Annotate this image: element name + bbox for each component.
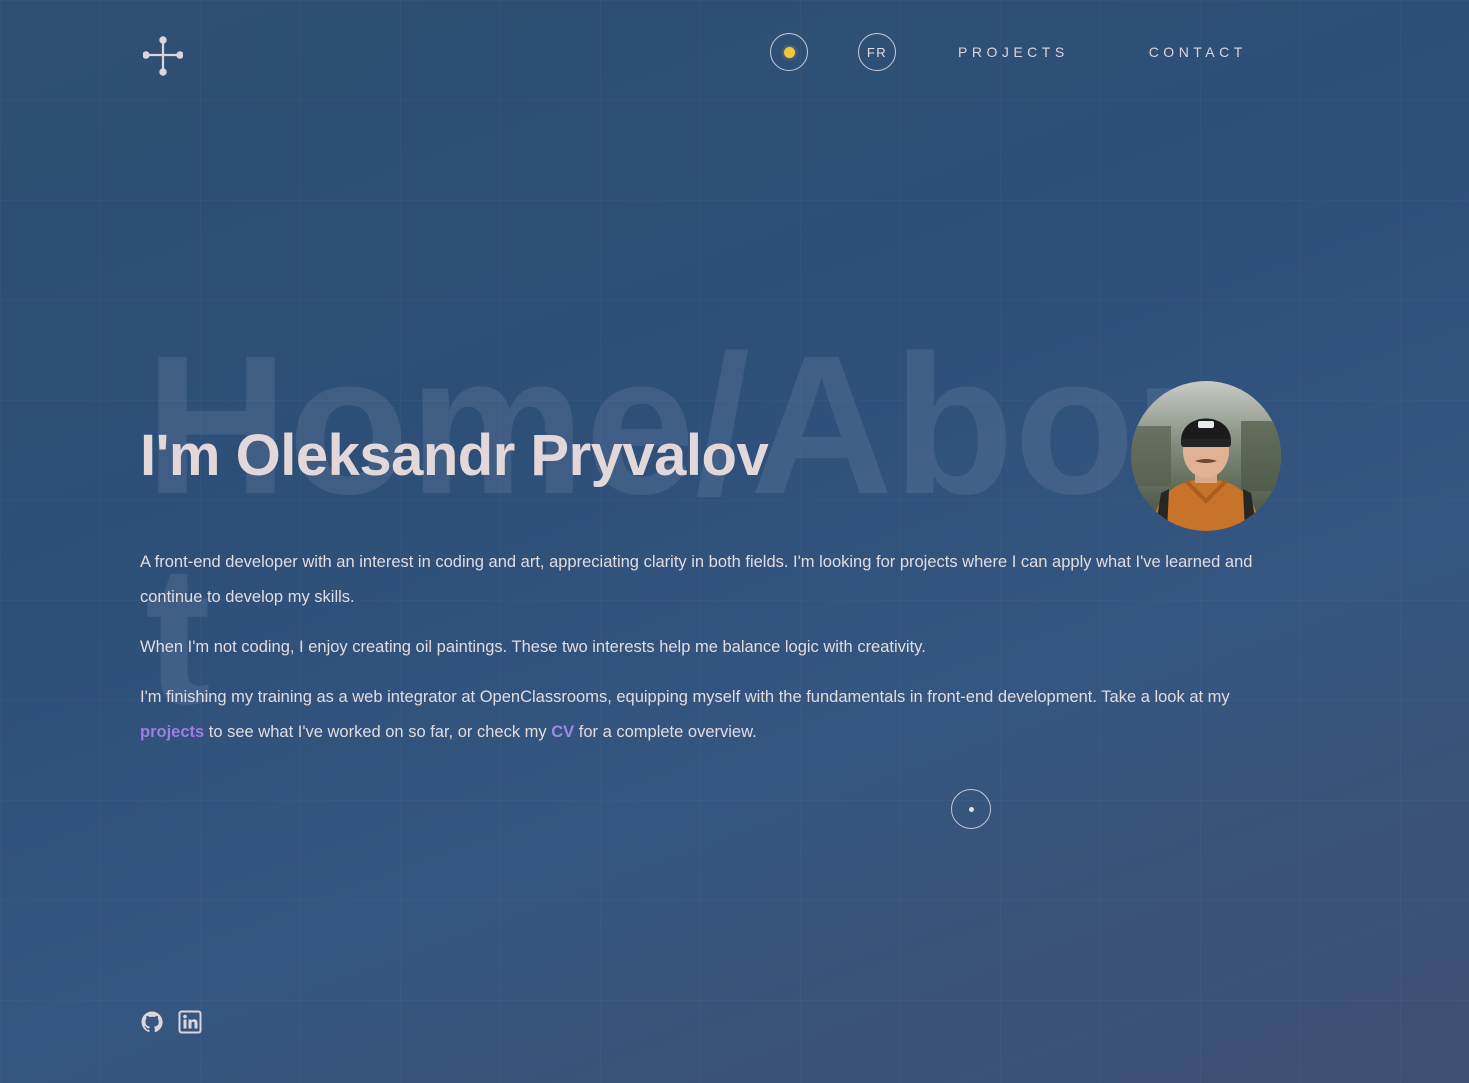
- logo-icon[interactable]: [142, 36, 184, 76]
- linkedin-icon[interactable]: [178, 1010, 202, 1034]
- background-grid: [0, 0, 1469, 1083]
- language-button[interactable]: FR: [858, 33, 896, 71]
- sun-icon: [783, 46, 795, 58]
- page-title: I'm Oleksandr Pryvalov: [140, 423, 769, 488]
- main-nav: FR PROJECTS CONTACT: [770, 33, 1247, 71]
- nav-contact-link[interactable]: CONTACT: [1149, 44, 1247, 60]
- cv-link[interactable]: CV: [551, 723, 574, 741]
- dot-icon: [968, 806, 974, 812]
- about-content: A front-end developer with an interest i…: [140, 545, 1290, 765]
- about-paragraph-1: A front-end developer with an interest i…: [140, 553, 1253, 606]
- avatar: [1131, 381, 1281, 531]
- paragraph-3-text-start: I'm finishing my training as a web integ…: [140, 688, 1230, 706]
- about-paragraph-2: When I'm not coding, I enjoy creating oi…: [140, 638, 926, 656]
- theme-toggle-button[interactable]: [770, 33, 808, 71]
- site-header: FR PROJECTS CONTACT: [0, 0, 1469, 110]
- projects-link[interactable]: projects: [140, 723, 204, 741]
- social-links: [140, 1010, 202, 1034]
- paragraph-3-text-end: for a complete overview.: [574, 723, 757, 741]
- github-icon[interactable]: [140, 1010, 164, 1034]
- paragraph-3-text-middle: to see what I've worked on so far, or ch…: [204, 723, 552, 741]
- about-paragraph-3: I'm finishing my training as a web integ…: [140, 680, 1290, 750]
- nav-projects-link[interactable]: PROJECTS: [958, 44, 1069, 60]
- scroll-down-button[interactable]: [951, 789, 991, 829]
